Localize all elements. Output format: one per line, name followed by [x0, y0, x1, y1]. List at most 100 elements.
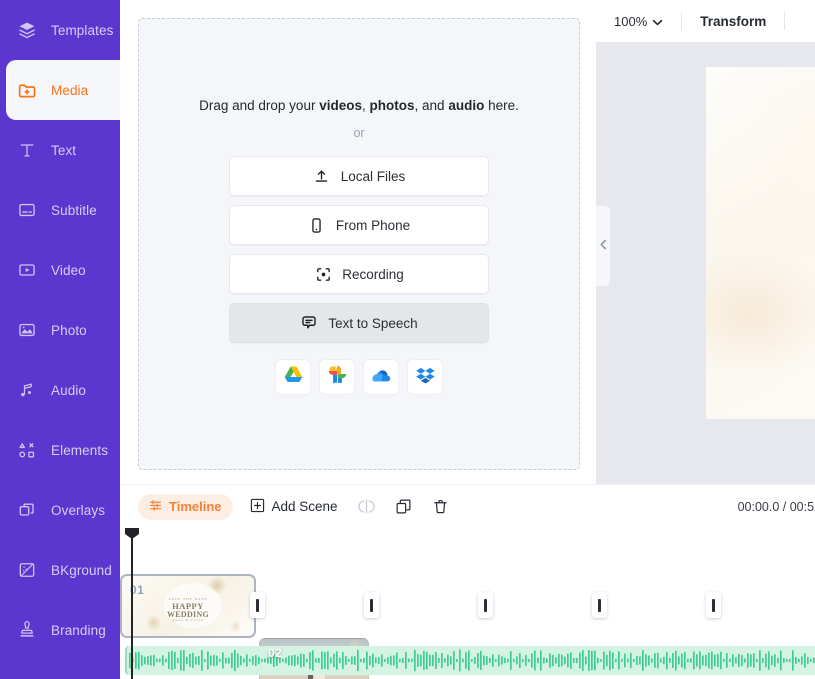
media-dropzone[interactable]: Drag and drop your videos, photos, and a… — [138, 18, 580, 470]
branding-stamp-icon — [14, 617, 40, 643]
speech-bubble-icon — [300, 314, 318, 332]
recording-button[interactable]: Recording — [229, 254, 489, 294]
playhead-line — [131, 538, 133, 679]
subtitle-icon — [14, 197, 40, 223]
sidebar-item-templates[interactable]: Templates — [0, 0, 120, 60]
delete-trash-icon[interactable] — [432, 498, 449, 515]
dropbox-button[interactable] — [407, 359, 443, 395]
zoom-level-value: 100% — [614, 13, 648, 29]
duplicate-icon[interactable] — [395, 498, 412, 515]
text-to-speech-button[interactable]: Text to Speech — [229, 303, 489, 343]
video-clip-track: 01 SAVE THE DATE HAPPY WEDDING Anna & Ja… — [120, 574, 815, 679]
local-files-button[interactable]: Local Files — [229, 156, 489, 196]
onedrive-button[interactable] — [363, 359, 399, 395]
clip-number: 02 — [268, 646, 283, 660]
transition-button[interactable] — [706, 592, 721, 618]
cloud-services-row — [275, 359, 443, 395]
clip-thumbnail-text: SAVE THE DATE HAPPY WEDDING Anna & Jacob — [122, 597, 254, 623]
google-drive-icon — [283, 364, 304, 390]
from-phone-button[interactable]: From Phone — [229, 205, 489, 245]
video-editor-window: Templates Media Text Subtitle Video Phot… — [0, 0, 815, 679]
text-icon — [14, 137, 40, 163]
timeline-toolbar: Timeline Add Scene 00:00.0 / 00:52 — [120, 484, 815, 528]
transition-button[interactable] — [592, 592, 607, 618]
plus-square-icon — [250, 498, 265, 516]
video-icon — [14, 257, 40, 283]
prompt-photos: photos — [369, 98, 415, 113]
sidebar-item-label: Overlays — [51, 502, 106, 518]
recording-label: Recording — [342, 266, 404, 282]
sidebar-item-branding[interactable]: Branding — [0, 600, 120, 660]
sidebar-item-label: BKground — [51, 562, 112, 578]
sidebar-item-label: Text — [51, 142, 77, 158]
media-panel: Drag and drop your videos, photos, and a… — [120, 0, 596, 484]
from-phone-label: From Phone — [335, 217, 411, 233]
timeline-body[interactable]: 01 SAVE THE DATE HAPPY WEDDING Anna & Ja… — [120, 528, 815, 679]
sidebar-item-label: Templates — [51, 22, 114, 38]
zoom-level-dropdown[interactable]: 100% — [614, 14, 663, 29]
tab-timeline-label: Timeline — [169, 499, 222, 514]
table-row[interactable]: 01 SAVE THE DATE HAPPY WEDDING Anna & Ja… — [120, 574, 256, 638]
transition-button[interactable] — [364, 592, 379, 618]
local-files-label: Local Files — [340, 168, 406, 184]
record-target-icon — [314, 265, 332, 283]
tab-timeline[interactable]: Timeline — [138, 493, 233, 520]
transition-button[interactable] — [250, 592, 265, 618]
sidebar-item-label: Media — [51, 82, 89, 98]
sidebar-item-media[interactable]: Media — [6, 60, 120, 120]
clip-caption-line4: Anna & Jacob — [171, 617, 205, 622]
text-to-speech-label: Text to Speech — [328, 315, 418, 331]
dropzone-or-divider: or — [353, 126, 365, 140]
timeline-time-display: 00:00.0 / 00:52 — [737, 500, 815, 514]
preview-video-frame[interactable] — [706, 67, 815, 419]
elements-shapes-icon — [14, 437, 40, 463]
prompt-videos: videos — [319, 98, 362, 113]
chevron-down-icon — [652, 14, 663, 29]
upload-icon — [313, 167, 331, 185]
google-photos-button[interactable] — [319, 359, 355, 395]
photo-icon — [14, 317, 40, 343]
prompt-audio: audio — [448, 98, 485, 113]
prompt-sep-1: , — [362, 98, 366, 113]
media-folder-icon — [14, 77, 40, 103]
sidebar-item-photo[interactable]: Photo — [0, 300, 120, 360]
left-sidebar: Templates Media Text Subtitle Video Phot… — [0, 0, 120, 679]
audio-note-icon — [14, 377, 40, 403]
sidebar-item-label: Photo — [51, 322, 87, 338]
sidebar-item-video[interactable]: Video — [0, 240, 120, 300]
google-drive-button[interactable] — [275, 359, 311, 395]
transform-button[interactable]: Transform — [700, 14, 766, 29]
sidebar-item-label: Subtitle — [51, 202, 97, 218]
sidebar-item-label: Branding — [51, 622, 106, 638]
add-scene-button[interactable]: Add Scene — [250, 498, 338, 516]
sidebar-item-overlays[interactable]: Overlays — [0, 480, 120, 540]
background-icon — [14, 557, 40, 583]
add-scene-label: Add Scene — [271, 499, 338, 514]
sidebar-item-audio[interactable]: Audio — [0, 360, 120, 420]
dropzone-prompt: Drag and drop your videos, photos, and a… — [199, 98, 519, 113]
sidebar-item-label: Audio — [51, 382, 87, 398]
prompt-suffix: here. — [488, 98, 519, 113]
sidebar-item-label: Video — [51, 262, 86, 278]
sidebar-item-subtitle[interactable]: Subtitle — [0, 180, 120, 240]
google-photos-icon — [327, 364, 348, 390]
sidebar-item-bkground[interactable]: BKground — [0, 540, 120, 600]
dropbox-icon — [415, 365, 435, 390]
panel-collapse-handle[interactable] — [596, 205, 611, 287]
split-icon[interactable] — [357, 498, 375, 515]
prompt-sep-2: , and — [414, 98, 445, 113]
transition-button[interactable] — [478, 592, 493, 618]
prompt-prefix: Drag and drop your — [199, 98, 316, 113]
chevron-left-icon — [599, 237, 608, 255]
sidebar-item-elements[interactable]: Elements — [0, 420, 120, 480]
toolbar-divider — [681, 12, 683, 30]
timeline-playhead[interactable] — [125, 528, 139, 679]
sidebar-item-text[interactable]: Text — [0, 120, 120, 180]
onedrive-icon — [370, 364, 392, 391]
audio-waveform-track[interactable] — [125, 646, 815, 675]
preview-toolbar: 100% Transform — [596, 0, 815, 42]
overlays-icon — [14, 497, 40, 523]
phone-icon — [308, 216, 326, 234]
upload-options-list: Local Files From Phone Recording Text to… — [229, 156, 489, 343]
templates-icon — [14, 17, 40, 43]
